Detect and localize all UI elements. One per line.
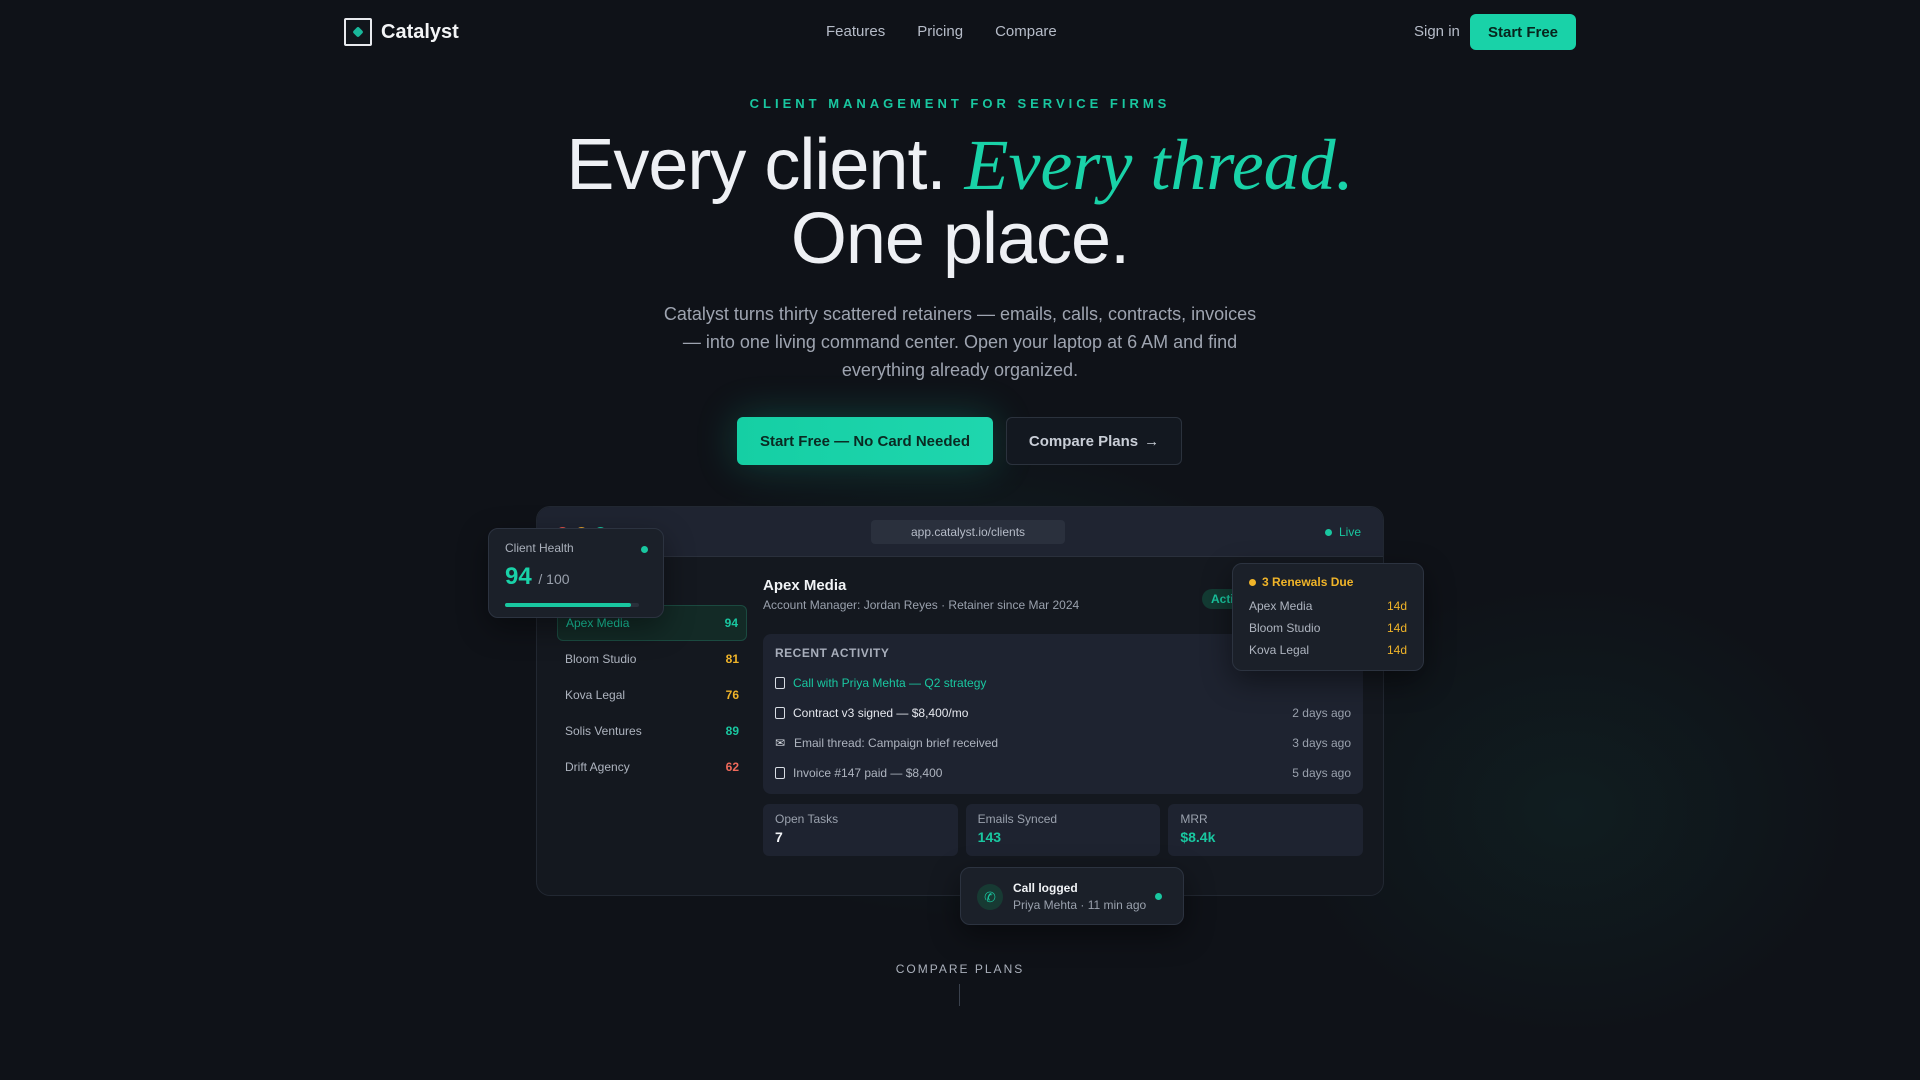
client-list-item[interactable]: Bloom Studio 81 [557,641,747,677]
compare-plans-button[interactable]: Compare Plans → [1006,417,1182,465]
renewals-card: 3 Renewals Due Apex Media 14d Bloom Studio… [1232,563,1424,671]
client-list: Apex Media 94 Bloom Studio 81 Kova Legal 76 So… [557,605,747,785]
activity-time: 5 days ago [1292,766,1351,780]
client-health-score: 94 / 100 [505,563,647,591]
window-titlebar: app.catalyst.io/clients Live [537,507,1383,557]
stat-label: MRR [1180,812,1208,826]
activity-text: Call with Priya Mehta — Q2 strategy [793,676,987,690]
client-name: Kova Legal [565,688,626,702]
start-free-button[interactable]: Start Free [1470,14,1576,50]
client-list-item[interactable]: Solis Ventures 89 [557,713,747,749]
renewal-item[interactable]: Kova Legal 14d [1249,639,1407,661]
call-logged-subtitle: Priya Mehta · 11 min ago [1013,898,1147,912]
stat-label: Emails Synced [977,812,1058,826]
call-logged-title: Call logged [1013,881,1078,895]
hero-headline: Every client. Every thread. One place. [0,128,1920,276]
activity-list: Call with Priya Mehta — Q2 strategy Contr… [775,668,1351,788]
renewal-days: 14d [1386,621,1407,635]
brand-logo[interactable]: Catalyst [344,18,459,46]
renewal-item[interactable]: Apex Media 14d [1249,595,1407,617]
renewal-item[interactable]: Bloom Studio 14d [1249,617,1407,639]
client-score: 94 [724,616,738,630]
activity-item[interactable]: Call with Priya Mehta — Q2 strategy [775,668,1351,698]
document-icon [775,767,785,779]
arrow-right-icon: → [1144,432,1160,450]
catalyst-logo-icon [344,18,372,46]
hero-eyebrow: CLIENT MANAGEMENT FOR SERVICE FIRMS [749,96,1171,111]
stat-value: 7 [775,829,783,845]
stats-row: Open Tasks 7 Emails Synced 143 MRR $8.4k [763,804,1364,856]
nav-link-compare[interactable]: Compare [995,23,1057,40]
headline-part-a: Every client. [566,125,965,205]
live-indicator: Live [1325,525,1361,539]
client-health-card: Client Health 94 / 100 [488,528,664,618]
brand-name: Catalyst [381,20,459,43]
stat-card: MRR $8.4k [1168,804,1364,856]
renewal-client: Bloom Studio [1249,621,1321,635]
stat-label: Open Tasks [775,812,839,826]
headline-accent: Every thread. [964,125,1354,205]
activity-text: Contract v3 signed — $8,400/mo [793,706,969,720]
activity-item[interactable]: Invoice #147 paid — $8,400 5 days ago [775,758,1351,788]
client-name: Apex Media [566,616,630,630]
document-icon [775,707,785,719]
call-logged-toast: ✆ Call logged Priya Mehta · 11 min ago [960,867,1184,925]
stat-card: Emails Synced 143 [965,804,1161,856]
health-progress-bar [505,603,639,607]
nav-link-pricing[interactable]: Pricing [917,23,963,40]
compare-plans-label: Compare Plans [1028,432,1139,450]
activity-time: 2 days ago [1292,706,1351,720]
activity-item-main: Call with Priya Mehta — Q2 strategy [775,676,986,690]
activity-item[interactable]: ✉ Email thread: Campaign brief received 3 … [775,728,1351,758]
phone-icon: ✆ [977,884,1003,910]
stat-value: $8.4k [1180,829,1216,845]
health-score-max: / 100 [538,571,570,587]
client-score: 89 [725,724,739,738]
activity-time: 3 days ago [1292,736,1351,750]
client-name: Drift Agency [565,760,630,774]
nav-link-features[interactable]: Features [826,23,885,40]
activity-text: Invoice #147 paid — $8,400 [793,766,943,780]
activity-item-main: Contract v3 signed — $8,400/mo [775,706,968,720]
renewal-days: 14d [1386,643,1407,657]
activity-text: Email thread: Campaign brief received [794,736,999,750]
phone-doc-icon [775,677,785,689]
stat-card: Open Tasks 7 [763,804,958,856]
url-bar[interactable]: app.catalyst.io/clients [871,520,1065,544]
renewals-title: 3 Renewals Due [1249,575,1407,589]
client-score: 76 [725,688,739,702]
renewal-client: Apex Media [1249,599,1313,613]
renewals-list: Apex Media 14d Bloom Studio 14d Kova Legal 14… [1249,595,1407,661]
start-free-no-card-button[interactable]: Start Free — No Card Needed [737,417,993,465]
client-list-item[interactable]: Drift Agency 62 [557,749,747,785]
client-health-label: Client Health [505,541,574,555]
client-score: 81 [725,652,739,666]
top-nav: Catalyst Features Pricing Compare Sign i… [0,0,1920,64]
scroll-indicator-line [959,984,960,1006]
nav-links: Features Pricing Compare [826,23,1057,40]
activity-item[interactable]: Contract v3 signed — $8,400/mo 2 days ago [775,698,1351,728]
signin-link[interactable]: Sign in [1414,23,1460,40]
hero-subtitle: Catalyst turns thirty scattered retainer… [663,304,1257,380]
client-name: Solis Ventures [565,724,642,738]
status-dot-icon [641,546,648,553]
stat-value: 143 [977,829,1002,845]
activity-item-main: ✉ Email thread: Campaign brief received [775,736,998,750]
renewal-days: 14d [1386,599,1407,613]
activity-item-main: Invoice #147 paid — $8,400 [775,766,942,780]
compare-plans-anchor[interactable]: COMPARE PLANS [0,962,1920,976]
client-list-item[interactable]: Kova Legal 76 [557,677,747,713]
client-score: 62 [725,760,739,774]
headline-part-b: One place. [790,199,1130,279]
client-name: Bloom Studio [565,652,637,666]
mail-icon: ✉ [775,735,786,750]
health-score-value: 94 [505,563,532,590]
health-progress-fill [505,603,631,607]
renewal-client: Kova Legal [1249,643,1310,657]
status-dot-icon [1155,893,1162,900]
